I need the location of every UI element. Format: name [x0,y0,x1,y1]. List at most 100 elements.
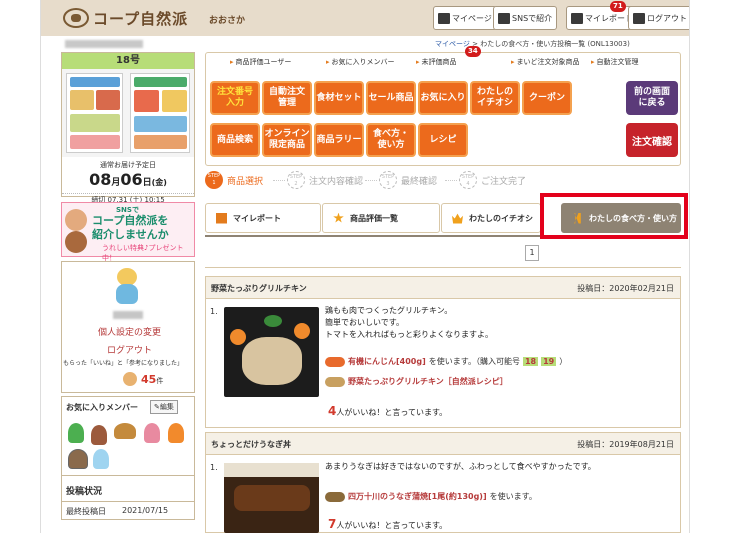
favorite-members: お気に入りメンバー ✎編集 [61,396,195,476]
menu-link-unrated[interactable]: 未評価商品 [416,57,457,67]
carrot-icon [325,356,345,367]
mail-icon [498,12,510,24]
member-avatar[interactable] [114,423,136,439]
post-likes: 7人がいいね！と言っています。 [328,517,448,531]
delivery-date: 08月06日(金) [89,170,167,189]
product-rally-button[interactable]: 商品ラリー [314,123,364,157]
auto-order-button[interactable]: 自動注文 管理 [262,81,312,115]
home-icon [438,12,450,24]
food-set-button[interactable]: 食材セット [314,81,364,115]
tab-product-ratings[interactable]: 商品評価一覧 [322,203,440,233]
product-link[interactable]: 有機にんじん[400g] を使います。（購入可能号 18 19） [325,356,567,367]
report-tabs: マイレポート 商品評価一覧 わたしのイチオシ わたしの食べ方・使い方 [205,203,681,235]
thumbs-up-icon [123,372,137,386]
report-count-badge: 71 [610,1,626,12]
catalog-thumbnails[interactable] [62,69,194,157]
breadcrumb-mypage-link[interactable]: マイページ [435,40,470,48]
mypage-button[interactable]: マイページ [433,6,497,30]
step-4: STEP 4 ご注文完了 [459,171,526,189]
fork-knife-icon [574,212,581,224]
recommend-button[interactable]: わたしの イチオシ [470,81,520,115]
pencil-icon [216,212,227,224]
product-search-button[interactable]: 商品検索 [210,123,260,157]
sns-share-button[interactable]: SNSで紹介 [493,6,558,30]
last-post-row: 最終投稿日 2021/07/15 [61,502,195,520]
pager-page-1[interactable]: 1 [525,245,539,261]
person-icon [65,231,87,253]
menu-link-favorite-members[interactable]: お気に入りメンバー [326,57,395,67]
order-confirm-button[interactable]: 注文確認 [626,123,678,157]
step-2: STEP 2 注文内容確認 [287,171,363,189]
unrated-count-badge: 34 [465,46,481,57]
person-icon [65,209,87,231]
profile-settings-link[interactable]: 個人設定の変更 [98,325,161,338]
site-header: コープ自然派 おおさか マイページ SNSで紹介 マイレポート 71 ログアウト [41,0,689,36]
post-date: 投稿日：2019年08月21日 [577,440,674,449]
member-avatar[interactable] [168,423,184,443]
back-button[interactable]: 前の画面 に戻る [626,81,678,115]
order-steps: STEP 1 商品選択 STEP 2 注文内容確認 STEP 3 最終確認 STEP … [205,171,681,191]
issue-number: 18号 [62,53,194,69]
delivery-label: 通常お届け予定日 [100,161,156,169]
dish-icon [325,376,345,387]
member-avatar[interactable] [144,423,160,443]
post-date: 投稿日：2020年02月21日 [577,284,674,293]
post-photo[interactable] [224,307,319,397]
tab-how-to-use[interactable]: わたしの食べ方・使い方 [561,203,681,233]
user-id-blurred [65,40,143,48]
recipe-button[interactable]: レシピ [418,123,468,157]
user-name-blurred [113,311,143,319]
crown-icon [452,213,463,224]
member-avatar[interactable] [91,425,107,445]
page-frame: コープ自然派 おおさか マイページ SNSで紹介 マイレポート 71 ログアウト… [40,0,690,533]
sns-banner[interactable]: SNSで コープ自然派を 紹介しませんか うれしい特典♪プレゼント中！ [61,202,195,262]
post-photo[interactable] [224,463,319,533]
likes-caption: もらった「いいね」と「参考になりました」 [63,360,184,367]
recipe-link[interactable]: 野菜たっぷりグリルチキン［自然派レシピ］ [325,376,508,387]
report-icon [571,12,583,24]
logout-link[interactable]: ログアウト [107,343,152,356]
star-icon [333,212,344,223]
breadcrumb: マイページ > わたしの食べ方・使い方投稿一覧 (ONL13003) [435,40,630,48]
coop-logo-icon[interactable] [63,8,89,28]
breadcrumb-current: わたしの食べ方・使い方投稿一覧 (ONL13003) [480,40,630,48]
post-item: ちょっとだけうなぎ丼 投稿日：2019年08月21日 1. あまりうなぎは好きでは… [205,432,681,533]
logout-button[interactable]: ログアウト [628,6,689,30]
member-avatar[interactable] [93,449,109,469]
coupon-button[interactable]: クーポン [522,81,572,115]
order-number-button[interactable]: 注文番号 入力 [210,81,260,115]
site-logo-text[interactable]: コープ自然派 [93,8,188,29]
likes-count: 45件 [141,373,164,386]
post-item: 野菜たっぷりグリルチキン 投稿日：2020年02月21日 1. 鶏もも肉でつくった… [205,276,681,428]
catalog-cover-1[interactable] [66,73,123,153]
member-avatar[interactable] [68,449,88,469]
step-1: STEP 1 商品選択 [205,171,263,189]
catalog-cover-2[interactable] [130,73,190,153]
menu-link-maido[interactable]: まいど注文対象商品 [511,57,580,67]
step-3: STEP 3 最終確認 [379,171,437,189]
tab-my-report[interactable]: マイレポート [205,203,321,233]
catalog-card[interactable]: 18号 通常お届け予定日 08月06日(金) 締切 07.31 (土) 10:1… [61,52,195,204]
sale-button[interactable]: セール商品 [366,81,416,115]
menu-link-auto-order[interactable]: 自動注文管理 [591,57,639,67]
post-body: 鶏もも肉でつくったグリルチキン。 簡単でおいしいです。 トマトを入れればもっと彩… [325,306,493,339]
online-limited-button[interactable]: オンライン 限定商品 [262,123,312,157]
member-avatar[interactable] [68,423,84,443]
favorites-button[interactable]: お気に入り [418,81,468,115]
area-name: おおさか [209,16,246,26]
post-title[interactable]: 野菜たっぷりグリルチキン [211,283,307,294]
menu-link-rated-users[interactable]: 商品評価ユーザー [230,57,292,67]
lock-icon [633,12,645,24]
last-post-date: 2021/07/15 [122,506,169,515]
edit-favorites-button[interactable]: ✎編集 [150,400,178,414]
tab-my-recommend[interactable]: わたしのイチオシ [441,203,541,233]
product-link[interactable]: 四万十川のうなぎ蒲焼[1尾(約130g)] を使います。 [325,491,537,502]
post-likes: 4人がいいね！と言っています。 [328,404,448,418]
order-menu-panel: 商品評価ユーザー お気に入りメンバー 未評価商品 まいど注文対象商品 自動注文管… [205,46,681,166]
eel-icon [325,491,345,502]
avatar [113,268,141,304]
post-status-title: 投稿状況 [61,476,195,502]
how-to-eat-button[interactable]: 食べ方・ 使い方 [366,123,416,157]
post-title[interactable]: ちょっとだけうなぎ丼 [211,439,291,450]
post-body: あまりうなぎは好きではないのですが、ふわっとして食べやすかったです。 [325,462,596,471]
